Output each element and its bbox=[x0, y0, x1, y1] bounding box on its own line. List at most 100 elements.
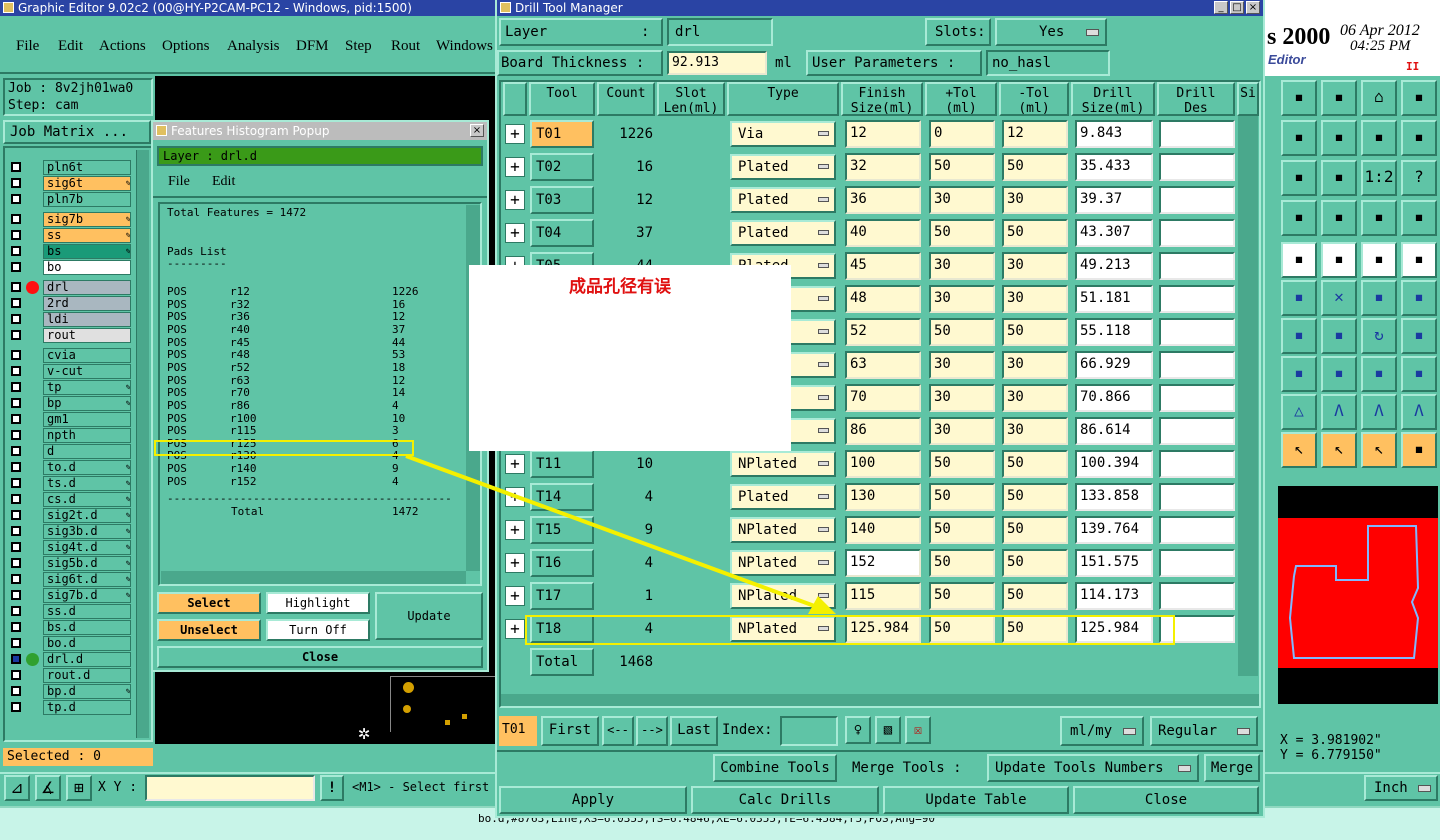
minus-tol-field[interactable]: 30 bbox=[1002, 417, 1068, 445]
layer-checkbox[interactable] bbox=[11, 526, 21, 536]
layer-name[interactable]: v-cut bbox=[43, 364, 131, 379]
drill-size-field[interactable]: 9.843 bbox=[1075, 120, 1153, 148]
type-dropdown[interactable]: NPlated bbox=[730, 451, 836, 477]
menu-edit[interactable]: Edit bbox=[58, 38, 83, 55]
node-icon[interactable]: ▪ bbox=[1281, 356, 1317, 392]
layer-row[interactable]: sig5b.d ✎ bbox=[8, 556, 131, 571]
finish-size-field[interactable]: 12 bbox=[845, 120, 921, 148]
layer-row[interactable]: sig3b.d ✎ bbox=[8, 524, 131, 539]
drill-des-field[interactable] bbox=[1159, 120, 1235, 148]
next-button[interactable]: --> bbox=[636, 716, 668, 746]
connect-icon[interactable]: ▪ bbox=[1281, 280, 1317, 316]
snap-red-icon[interactable]: ▪ bbox=[1361, 200, 1397, 236]
finish-size-field[interactable]: 45 bbox=[845, 252, 921, 280]
column-header[interactable]: Slot Len(ml) bbox=[657, 82, 725, 116]
layer-name[interactable]: sig7b.d ✎ bbox=[43, 588, 131, 603]
drill-size-field[interactable]: 133.858 bbox=[1075, 483, 1153, 511]
tool-button[interactable]: T04 bbox=[530, 219, 594, 247]
plus-tol-field[interactable]: 30 bbox=[929, 285, 995, 313]
line-draw-icon[interactable]: ▪ bbox=[1321, 318, 1357, 354]
tool-button[interactable]: T01 bbox=[530, 120, 594, 148]
layer-checkbox[interactable] bbox=[11, 382, 21, 392]
layer-name[interactable]: bo bbox=[43, 260, 131, 275]
cross-icon[interactable]: ✕ bbox=[1321, 280, 1357, 316]
layer-field[interactable]: drl bbox=[667, 18, 773, 46]
plus-tol-field[interactable]: 30 bbox=[929, 252, 995, 280]
layer-row[interactable]: ss.d bbox=[8, 604, 131, 619]
layer-row[interactable]: ts.d ✎ bbox=[8, 476, 131, 491]
type-dropdown[interactable]: NPlated bbox=[730, 517, 836, 543]
layer-checkbox[interactable] bbox=[11, 194, 21, 204]
finish-size-field[interactable]: 48 bbox=[845, 285, 921, 313]
arch-alt-icon[interactable]: Λ bbox=[1401, 394, 1437, 430]
tool-button[interactable]: T17 bbox=[530, 582, 594, 610]
expand-row-icon[interactable]: + bbox=[505, 454, 525, 474]
minus-tol-field[interactable]: 30 bbox=[1002, 186, 1068, 214]
minus-tol-field[interactable]: 12 bbox=[1002, 120, 1068, 148]
home-icon[interactable]: ⌂ bbox=[1361, 80, 1397, 116]
layer-checkbox[interactable] bbox=[11, 590, 21, 600]
drill-des-field[interactable] bbox=[1159, 219, 1235, 247]
layer-row[interactable]: rout bbox=[8, 328, 131, 343]
layer-name[interactable]: ldi bbox=[43, 312, 131, 327]
tool-button[interactable]: T02 bbox=[530, 153, 594, 181]
select-button[interactable]: Select bbox=[157, 592, 261, 614]
layer-row[interactable]: sig6t ✎ bbox=[8, 176, 131, 191]
turn-off-button[interactable]: Turn Off bbox=[266, 619, 370, 641]
layer-checkbox[interactable] bbox=[11, 282, 21, 292]
update-button[interactable]: Update bbox=[375, 592, 483, 640]
finish-size-field[interactable]: 152 bbox=[845, 549, 921, 577]
drill-size-field[interactable]: 151.575 bbox=[1075, 549, 1153, 577]
type-dropdown[interactable]: Plated bbox=[730, 220, 836, 246]
stretch-icon[interactable]: ▪ bbox=[1361, 356, 1397, 392]
layer-row[interactable]: drl.d bbox=[8, 652, 131, 667]
type-dropdown[interactable]: NPlated bbox=[730, 550, 836, 576]
drill-des-field[interactable] bbox=[1159, 549, 1235, 577]
finish-size-field[interactable]: 52 bbox=[845, 318, 921, 346]
layer-row[interactable]: 2rd bbox=[8, 296, 131, 311]
layer-row[interactable]: cvia bbox=[8, 348, 131, 363]
layer-row[interactable]: pln6t bbox=[8, 160, 131, 175]
arc-icon[interactable]: ↻ bbox=[1361, 318, 1397, 354]
layer-name[interactable]: sig5b.d ✎ bbox=[43, 556, 131, 571]
plus-tol-field[interactable]: 50 bbox=[929, 549, 995, 577]
arch-icon[interactable]: Λ bbox=[1361, 394, 1397, 430]
column-header[interactable]: Si bbox=[1237, 82, 1259, 116]
combine-tools-button[interactable]: Combine Tools bbox=[713, 754, 837, 782]
drill-des-field[interactable] bbox=[1159, 285, 1235, 313]
column-header[interactable]: Drill Des bbox=[1157, 82, 1235, 116]
expand-row-icon[interactable]: + bbox=[505, 586, 525, 606]
tool-button[interactable]: T11 bbox=[530, 450, 594, 478]
units-selector[interactable]: Inch bbox=[1364, 775, 1438, 801]
zoom-out-icon[interactable]: ▪ bbox=[1321, 80, 1357, 116]
layer-name[interactable]: sig6t ✎ bbox=[43, 176, 131, 191]
layer-checkbox[interactable] bbox=[11, 330, 21, 340]
layer-row[interactable]: bo bbox=[8, 260, 131, 275]
layer-checkbox[interactable] bbox=[11, 638, 21, 648]
ruler-icon[interactable]: ▪ bbox=[1361, 242, 1397, 278]
layer-row[interactable]: sig4t.d ✎ bbox=[8, 540, 131, 555]
drill-des-field[interactable] bbox=[1159, 450, 1235, 478]
layer-checkbox[interactable] bbox=[11, 366, 21, 376]
tri-icon[interactable]: △ bbox=[1281, 394, 1317, 430]
menu-analysis[interactable]: Analysis bbox=[227, 38, 280, 55]
column-header[interactable]: Type bbox=[727, 82, 839, 116]
plus-tol-field[interactable]: 30 bbox=[929, 186, 995, 214]
layer-checkbox[interactable] bbox=[11, 298, 21, 308]
minus-tol-field[interactable]: 30 bbox=[1002, 252, 1068, 280]
tool-table-hscroll[interactable] bbox=[501, 694, 1259, 706]
plus-tol-field[interactable]: 50 bbox=[929, 483, 995, 511]
mirror-icon[interactable]: ▪ bbox=[1361, 120, 1397, 156]
drill-size-field[interactable]: 100.394 bbox=[1075, 450, 1153, 478]
bulb-icon[interactable]: ♀ bbox=[845, 716, 871, 744]
grid-view-icon[interactable]: ▪ bbox=[1321, 200, 1357, 236]
layer-name[interactable]: tp ✎ bbox=[43, 380, 131, 395]
layer-name[interactable]: gm1 bbox=[43, 412, 131, 427]
layer-name[interactable]: bp ✎ bbox=[43, 396, 131, 411]
type-dropdown[interactable]: Via bbox=[730, 121, 836, 147]
measure-icon[interactable]: ▪ bbox=[1281, 200, 1317, 236]
layer-checkbox[interactable] bbox=[11, 478, 21, 488]
drill-des-field[interactable] bbox=[1159, 186, 1235, 214]
drill-size-field[interactable]: 43.307 bbox=[1075, 219, 1153, 247]
layer-checkbox[interactable] bbox=[11, 162, 21, 172]
